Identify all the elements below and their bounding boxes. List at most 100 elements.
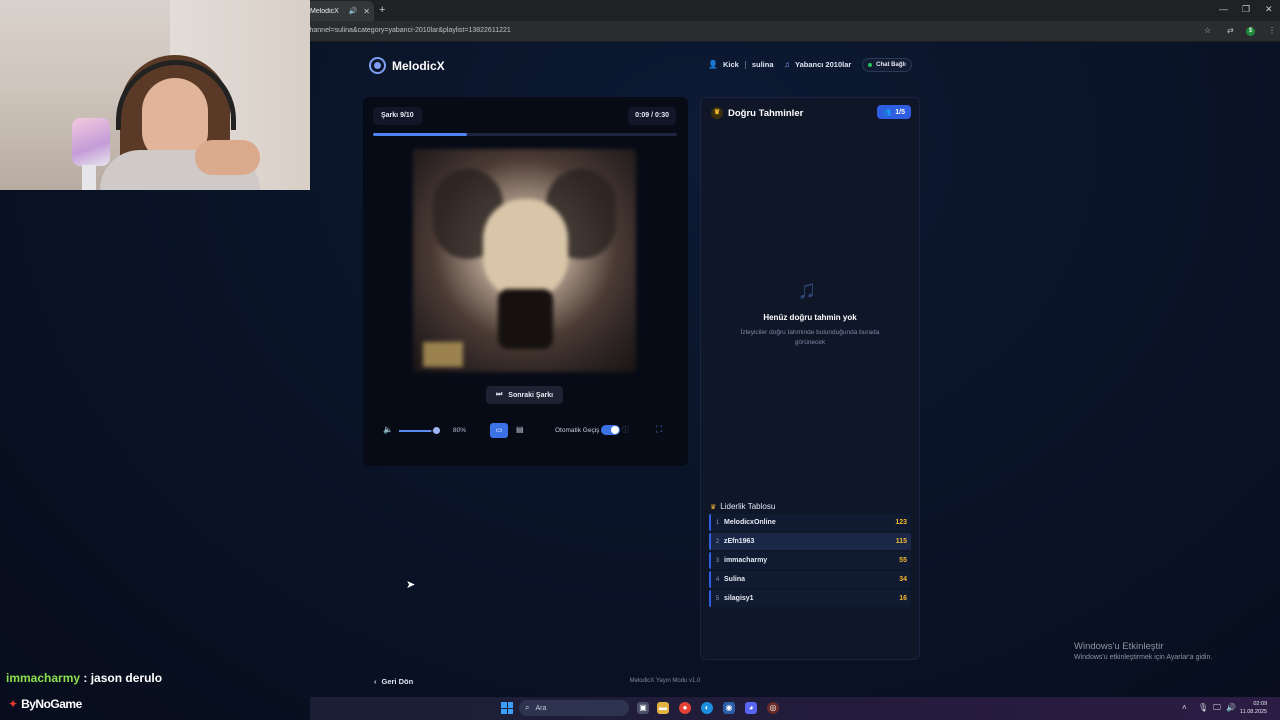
player-card: Şarkı 9/10 0:09 / 0:30 ⏭ Sonraki Şarkı 🔈… [363,97,688,466]
window-close-icon[interactable]: ✕ [1265,4,1273,15]
leaderboard-rank: 3 [715,557,720,564]
windows-start-icon[interactable] [501,702,513,714]
extension-badge-icon[interactable]: $ [1246,27,1255,36]
empty-state-title: Henüz doğru tahmin yok [763,313,857,322]
search-placeholder: Ara [535,704,547,712]
player-controls: 🔈 80% ▭ ▤ Otomatik Geçiş ⓘ ⛶ [363,421,688,441]
leaderboard-score: 34 [899,576,907,583]
tab-title: MelodicX [310,7,339,15]
leaderboard-header: ♛ Liderlik Tablosu [710,502,775,511]
guess-count: 1/5 [895,108,905,116]
leaderboard-title: Liderlik Tablosu [720,502,776,511]
crown-icon: ♛ [711,107,723,119]
taskbar-clock[interactable]: 02:09 11.08.2025 [1240,700,1267,716]
leaderboard-score: 123 [895,519,907,526]
leaderboard-score: 16 [899,595,907,602]
new-tab-icon[interactable]: + [379,4,385,16]
tray-chevron-icon[interactable]: ˄ [1182,703,1187,712]
film-mode-button[interactable]: ▤ [516,425,524,434]
file-explorer-icon[interactable]: ▬ [657,702,669,714]
leaderboard-score: 55 [899,557,907,564]
chevron-left-icon: ‹ [374,677,377,686]
task-view-icon[interactable]: ▣ [637,702,649,714]
monitor-mode-button[interactable]: ▭ [490,423,508,438]
menu-icon[interactable]: ⋮ [1268,26,1276,35]
next-song-button[interactable]: ⏭ Sonraki Şarkı [486,386,563,404]
leaderboard-row: 1 MelodicxOnline 123 [709,514,911,531]
auto-advance-toggle[interactable] [601,425,620,435]
empty-state-description: İzleyiciler doğru tahminde bulunduğunda … [740,329,880,346]
speaker-icon[interactable]: 🔊 [349,7,358,15]
chrome-icon[interactable]: ● [679,702,691,714]
users-icon: 👥 [882,109,892,116]
leaderboard-row: 2 zEfn1963 115 [709,533,911,550]
leaderboard-name: Sulina [724,576,746,583]
chat-username: immacharmy [6,671,81,685]
leaderboard-row: 4 Sulina 34 [709,571,911,588]
guess-count-badge: 👥 1/5 [876,105,911,119]
leaderboard-row: 3 immacharmy 55 [709,552,911,569]
chat-status-label: Chat Bağlı [876,62,906,68]
windows-activation-watermark: Windows'u Etkinleştir Windows'u etkinleş… [1074,641,1212,661]
network-tray-icon[interactable]: 🖵 [1213,703,1221,713]
discord-icon[interactable]: ◕ [745,702,757,714]
status-dot-icon [868,63,873,67]
close-icon[interactable]: ✕ [363,7,370,16]
activation-title: Windows'u Etkinleştir [1074,641,1164,652]
song-progress-fill [373,133,468,136]
taskbar-search[interactable]: ⌕ Ara [519,700,629,716]
stream-chat-message: immacharmy : jason derulo [6,671,162,685]
activation-description: Windows'u etkinleştirmek için Ayarlar'a … [1074,654,1213,661]
leaderboard-rank: 2 [715,538,720,545]
platform-label: Kick [722,60,739,69]
edge-icon[interactable]: ◐ [701,702,713,714]
minimize-icon[interactable]: — [1219,4,1228,14]
auto-advance-label: Otomatik Geçiş [555,427,600,434]
guesses-header: ♛ Doğru Tahminler [711,107,803,119]
user-icon: 👤 [708,60,718,69]
volume-value: 80% [453,427,467,434]
music-note-icon: ♫ [797,274,817,304]
windows-taskbar: ⌕ Ara ▣ ▬ ● ◐ ◉ ◕ ◎ ˄ 🎙 🖵 🔊 02:09 11.08.… [310,697,1280,720]
leaderboard-score: 115 [895,538,907,545]
channel-label: sulina [751,60,774,69]
mouse-cursor-icon: ➤ [406,579,416,591]
leaderboard-rank: 1 [715,519,720,526]
restore-icon[interactable]: ❐ [1242,4,1250,15]
leaderboard-name: silagisy1 [724,595,754,602]
url-field[interactable]: channel=sulina&category=yabanci-2010lar&… [306,27,511,34]
chat-status-badge: Chat Bağlı [862,58,912,72]
browser-tab[interactable]: MelodicX 🔊 ✕ [305,1,374,21]
obs-icon[interactable]: ◎ [767,702,779,714]
album-cover-blurred [413,149,636,372]
app-name: MelodicX [392,58,445,73]
search-icon: ⌕ [525,703,530,712]
leaderboard-name: MelodicxOnline [724,519,776,526]
steam-icon[interactable]: ◉ [723,702,735,714]
bookmark-star-icon[interactable]: ☆ [1204,26,1211,35]
category-info: ♫ Yabancı 2010lar [784,60,851,69]
leaderboard-name: zEfn1963 [724,538,755,545]
stream-brand: ✦ ByNoGame [8,697,82,711]
song-progress-bar [373,133,677,136]
brand-logo-icon: ✦ [8,697,19,711]
version-label: MelodicX Yayın Modu v1.0 [629,678,701,684]
info-icon[interactable]: ⓘ [622,425,629,435]
volume-icon[interactable]: 🔈 [383,425,393,434]
app-logo[interactable]: MelodicX [369,57,445,74]
correct-guesses-panel: ♛ Doğru Tahminler 👥 1/5 ♫ Henüz doğru ta… [700,97,920,660]
next-song-label: Sonraki Şarkı [508,391,554,399]
song-counter: Şarkı 9/10 [373,107,422,125]
guesses-title: Doğru Tahminler [728,107,804,119]
fullscreen-icon[interactable]: ⛶ [656,424,662,435]
leaderboard-row: 5 silagisy1 16 [709,590,911,607]
speaker-tray-icon[interactable]: 🔊 [1226,703,1236,712]
music-note-icon: ♫ [784,60,790,69]
extension-icon[interactable]: ⇄ [1227,26,1234,35]
mic-tray-icon[interactable]: 🎙 [1198,703,1208,712]
back-button[interactable]: ‹ Geri Dön [374,677,413,686]
category-label: Yabancı 2010lar [795,60,852,69]
volume-knob[interactable] [433,427,440,434]
volume-fill [399,430,431,432]
chat-text: : jason derulo [83,671,163,685]
